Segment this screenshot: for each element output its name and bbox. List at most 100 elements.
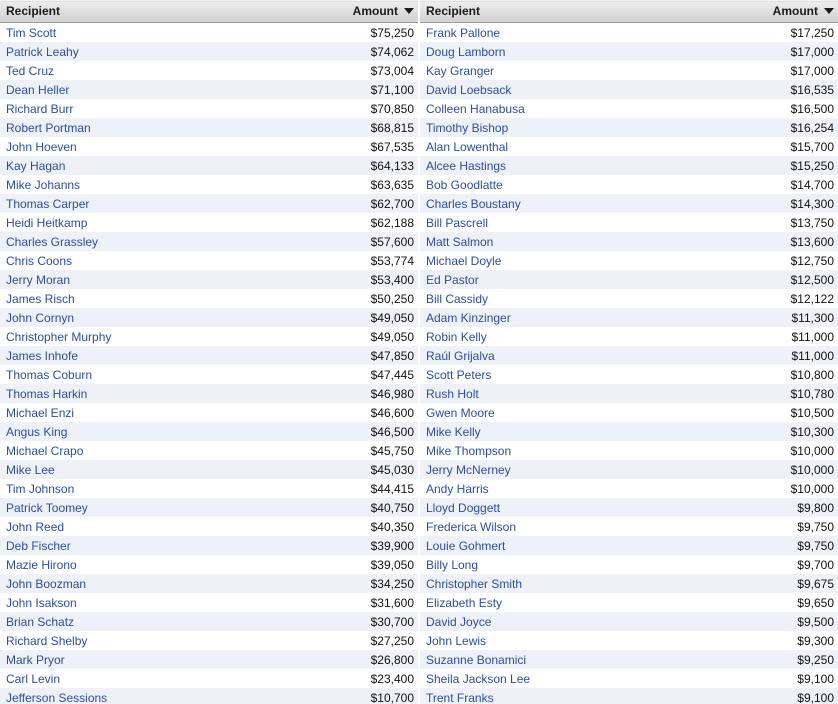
recipient-link[interactable]: Billy Long bbox=[420, 555, 680, 574]
recipient-link[interactable]: Alan Lowenthal bbox=[420, 137, 680, 156]
recipient-link[interactable]: Jefferson Sessions bbox=[0, 688, 260, 704]
recipient-link[interactable]: Bill Pascrell bbox=[420, 213, 680, 232]
recipient-link[interactable]: Doug Lamborn bbox=[420, 42, 680, 61]
recipient-link[interactable]: Scott Peters bbox=[420, 365, 680, 384]
table-row: Richard Shelby $27,250 bbox=[0, 631, 418, 650]
table-row: Thomas Coburn $47,445 bbox=[0, 365, 418, 384]
recipient-link[interactable]: Brian Schatz bbox=[0, 612, 260, 631]
recipient-link[interactable]: James Inhofe bbox=[0, 346, 260, 365]
recipient-link[interactable]: Raúl Grijalva bbox=[420, 346, 680, 365]
recipient-link[interactable]: Patrick Toomey bbox=[0, 498, 260, 517]
recipient-link[interactable]: Charles Boustany bbox=[420, 194, 680, 213]
recipient-link[interactable]: Gwen Moore bbox=[420, 403, 680, 422]
recipient-link[interactable]: James Risch bbox=[0, 289, 260, 308]
recipient-link[interactable]: John Cornyn bbox=[0, 308, 260, 327]
recipient-link[interactable]: Alcee Hastings bbox=[420, 156, 680, 175]
left-table-body: Tim Scott $75,250 Patrick Leahy $74,062 Ted … bbox=[0, 22, 418, 704]
table-row: Heidi Heitkamp $62,188 bbox=[0, 213, 418, 232]
recipient-link[interactable]: Christopher Murphy bbox=[0, 327, 260, 346]
right-table-panel: Recipient Amount Frank Pallone $17,250 Dou… bbox=[420, 0, 838, 704]
amount-value: $70,850 bbox=[259, 99, 418, 118]
recipient-link[interactable]: Heidi Heitkamp bbox=[0, 213, 260, 232]
recipient-link[interactable]: Mazie Hirono bbox=[0, 555, 260, 574]
amount-value: $74,062 bbox=[259, 42, 418, 61]
recipient-link[interactable]: Rush Holt bbox=[420, 384, 680, 403]
recipient-link[interactable]: Colleen Hanabusa bbox=[420, 99, 680, 118]
table-row: Christopher Murphy $49,050 bbox=[0, 327, 418, 346]
recipient-link[interactable]: Thomas Harkin bbox=[0, 384, 260, 403]
right-table-header: Recipient Amount bbox=[420, 0, 838, 23]
amount-value: $11,300 bbox=[679, 308, 838, 327]
recipient-link[interactable]: John Lewis bbox=[420, 631, 680, 650]
recipient-link[interactable]: Mike Thompson bbox=[420, 441, 680, 460]
recipient-link[interactable]: Mike Kelly bbox=[420, 422, 680, 441]
recipient-link[interactable]: Mike Johanns bbox=[0, 175, 260, 194]
recipient-link[interactable]: Mike Lee bbox=[0, 460, 260, 479]
recipient-link[interactable]: Bill Cassidy bbox=[420, 289, 680, 308]
right-column-header-recipient[interactable]: Recipient bbox=[420, 0, 680, 23]
recipient-link[interactable]: Robin Kelly bbox=[420, 327, 680, 346]
recipient-link[interactable]: Frank Pallone bbox=[420, 22, 680, 42]
recipient-link[interactable]: Thomas Coburn bbox=[0, 365, 260, 384]
recipient-link[interactable]: Kay Granger bbox=[420, 61, 680, 80]
right-column-header-amount[interactable]: Amount bbox=[679, 0, 838, 23]
recipient-link[interactable]: Michael Enzi bbox=[0, 403, 260, 422]
recipient-link[interactable]: Ed Pastor bbox=[420, 270, 680, 289]
recipient-link[interactable]: Deb Fischer bbox=[0, 536, 260, 555]
recipient-link[interactable]: Chris Coons bbox=[0, 251, 260, 270]
table-row: Richard Burr $70,850 bbox=[0, 99, 418, 118]
recipient-link[interactable]: John Isakson bbox=[0, 593, 260, 612]
recipient-link[interactable]: Richard Shelby bbox=[0, 631, 260, 650]
recipient-link[interactable]: Sheila Jackson Lee bbox=[420, 669, 680, 688]
recipient-link[interactable]: Kay Hagan bbox=[0, 156, 260, 175]
left-column-header-recipient[interactable]: Recipient bbox=[0, 0, 260, 23]
recipient-link[interactable]: Robert Portman bbox=[0, 118, 260, 137]
recipient-link[interactable]: Trent Franks bbox=[420, 688, 680, 704]
right-recipients-table: Recipient Amount Frank Pallone $17,250 Dou… bbox=[420, 0, 838, 704]
recipient-link[interactable]: Elizabeth Esty bbox=[420, 593, 680, 612]
recipient-link[interactable]: Tim Johnson bbox=[0, 479, 260, 498]
recipient-link[interactable]: Timothy Bishop bbox=[420, 118, 680, 137]
recipient-link[interactable]: Angus King bbox=[0, 422, 260, 441]
recipient-link[interactable]: Michael Doyle bbox=[420, 251, 680, 270]
recipient-link[interactable]: John Reed bbox=[0, 517, 260, 536]
table-row: Lloyd Doggett $9,800 bbox=[420, 498, 838, 517]
recipient-link[interactable]: Charles Grassley bbox=[0, 232, 260, 251]
amount-value: $71,100 bbox=[259, 80, 418, 99]
recipient-link[interactable]: Matt Salmon bbox=[420, 232, 680, 251]
amount-value: $11,000 bbox=[679, 327, 838, 346]
table-row: Chris Coons $53,774 bbox=[0, 251, 418, 270]
recipient-link[interactable]: Tim Scott bbox=[0, 22, 260, 42]
table-row: John Cornyn $49,050 bbox=[0, 308, 418, 327]
amount-value: $39,050 bbox=[259, 555, 418, 574]
recipient-link[interactable]: Suzanne Bonamici bbox=[420, 650, 680, 669]
recipient-link[interactable]: Lloyd Doggett bbox=[420, 498, 680, 517]
recipient-link[interactable]: Carl Levin bbox=[0, 669, 260, 688]
recipient-link[interactable]: David Loebsack bbox=[420, 80, 680, 99]
table-row: Adam Kinzinger $11,300 bbox=[420, 308, 838, 327]
recipient-link[interactable]: Richard Burr bbox=[0, 99, 260, 118]
recipient-link[interactable]: Adam Kinzinger bbox=[420, 308, 680, 327]
recipient-link[interactable]: Dean Heller bbox=[0, 80, 260, 99]
recipient-link[interactable]: Jerry Moran bbox=[0, 270, 260, 289]
amount-value: $10,000 bbox=[679, 460, 838, 479]
recipient-link[interactable]: Christopher Smith bbox=[420, 574, 680, 593]
recipient-link[interactable]: Patrick Leahy bbox=[0, 42, 260, 61]
recipient-link[interactable]: David Joyce bbox=[420, 612, 680, 631]
recipient-link[interactable]: John Hoeven bbox=[0, 137, 260, 156]
left-column-header-amount[interactable]: Amount bbox=[259, 0, 418, 23]
recipient-link[interactable]: Jerry McNerney bbox=[420, 460, 680, 479]
recipient-link[interactable]: Thomas Carper bbox=[0, 194, 260, 213]
recipient-link[interactable]: Michael Crapo bbox=[0, 441, 260, 460]
recipient-link[interactable]: John Boozman bbox=[0, 574, 260, 593]
recipient-link[interactable]: Ted Cruz bbox=[0, 61, 260, 80]
amount-value: $47,445 bbox=[259, 365, 418, 384]
table-row: Ted Cruz $73,004 bbox=[0, 61, 418, 80]
recipient-link[interactable]: Louie Gohmert bbox=[420, 536, 680, 555]
sort-descending-caret-icon bbox=[404, 7, 414, 14]
recipient-link[interactable]: Bob Goodlatte bbox=[420, 175, 680, 194]
table-row: Jefferson Sessions $10,700 bbox=[0, 688, 418, 704]
recipient-link[interactable]: Mark Pryor bbox=[0, 650, 260, 669]
recipient-link[interactable]: Frederica Wilson bbox=[420, 517, 680, 536]
recipient-link[interactable]: Andy Harris bbox=[420, 479, 680, 498]
